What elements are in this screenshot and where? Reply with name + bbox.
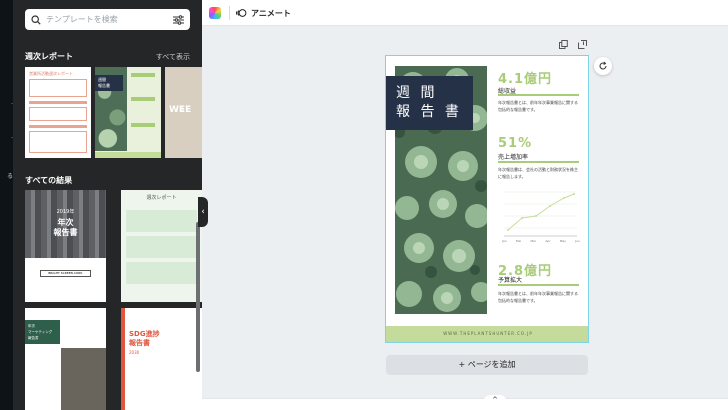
add-page-icon[interactable] [578,40,587,49]
all-results-title: すべての結果 [25,176,73,185]
chart-tick: May [559,239,567,243]
stat-value-1[interactable]: 4.1億円 [498,68,552,87]
template-thumb-annual-report[interactable]: 2019年 年次 報告書 BRIGHT SCREEN CORP. [25,190,106,302]
rail-item-2[interactable]: . [0,132,13,142]
refresh-icon [599,61,607,70]
stat-rule-2 [498,161,579,163]
stat-rule-3 [498,284,579,286]
line-chart[interactable]: Jan Feb Mar Apr May Jun [498,184,580,246]
stat-label-2[interactable]: 売上増加率 [498,152,528,161]
bottom-bar [202,398,728,410]
stat-value-2[interactable]: 51% [498,136,532,151]
carousel-next-icon[interactable]: › [181,104,185,115]
stat-label-3[interactable]: 予算拡大 [498,275,522,284]
animate-label: アニメート [251,8,291,18]
search-icon [31,14,41,25]
collapse-panel-button[interactable]: ‹ [198,197,208,227]
doc-title-line2: 報 告 書 [396,104,462,120]
stat-body-2[interactable]: 年次報告書は、会社の活動と財務状況を株主に報告します。 [498,166,578,180]
thumb-title: 週間 報告書 [95,75,123,91]
animate-button[interactable]: アニメート [236,5,291,21]
template-thumb-weekly-2[interactable]: 週間 報告書 [95,67,161,158]
doc-footer-url[interactable]: WWW.THEPLANTSHUNTER.CO.JP [386,326,588,342]
stat-rule-1 [498,94,579,96]
add-page-button[interactable]: + ページを追加 [386,355,588,375]
page-actions [559,40,587,49]
doc-title-box[interactable]: 週 間 報 告 書 [386,76,473,130]
animate-icon [236,9,247,17]
color-picker-button[interactable] [209,7,221,19]
chart-tick: Apr [545,239,551,243]
stat-body-3[interactable]: 年次報告書とは、前年年次事業報告に関する包括的な報告書です。 [498,290,578,304]
see-all-link[interactable]: すべて表示 [156,52,190,62]
panel-scrollbar[interactable] [196,222,200,372]
chevron-left-icon: ‹ [201,207,205,217]
chart-tick: Jan [502,239,507,243]
templates-panel: 週次レポート すべて表示 営業所活動週次レポート 週間 報告書 WEE › すべ… [13,0,202,410]
search-input[interactable] [46,10,173,29]
stat-body-1[interactable]: 年次報告書とは、前年年次事業報告に関する包括的な報告書です。 [498,99,578,113]
template-thumb-weekly-1[interactable]: 営業所活動週次レポート [25,67,91,158]
thumb-title: 営業所活動週次レポート [29,71,73,76]
template-thumb-sdg[interactable]: SDG進捗 報告書 2030 [121,308,202,410]
doc-title-line1: 週 間 [396,85,438,101]
expand-pages-button[interactable]: ^ [484,395,506,405]
template-thumb-marketing[interactable]: 年次 マーケティング 報告書 [25,308,106,410]
chart-tick: Mar [530,239,537,243]
refresh-design-button[interactable] [594,57,612,75]
duplicate-page-icon[interactable] [559,40,568,49]
design-page[interactable]: 週 間 報 告 書 4.1億円 総収益 年次報告書とは、前年年次事業報告に関する… [385,55,589,343]
chart-tick: Jun [575,239,580,243]
nav-rail: . . る [0,0,13,410]
top-toolbar: アニメート [202,0,728,26]
chart-tick: Feb [515,239,522,243]
chevron-up-icon: ^ [492,396,498,404]
template-thumb-weekly-report[interactable]: 週次レポート [121,190,202,302]
toolbar-divider [229,6,230,20]
search-box[interactable] [25,9,190,30]
filter-icon[interactable] [173,14,184,25]
rail-item-3[interactable]: る [0,172,13,182]
rail-item-1[interactable]: . [0,98,13,108]
weekly-section-title: 週次レポート [25,52,73,61]
